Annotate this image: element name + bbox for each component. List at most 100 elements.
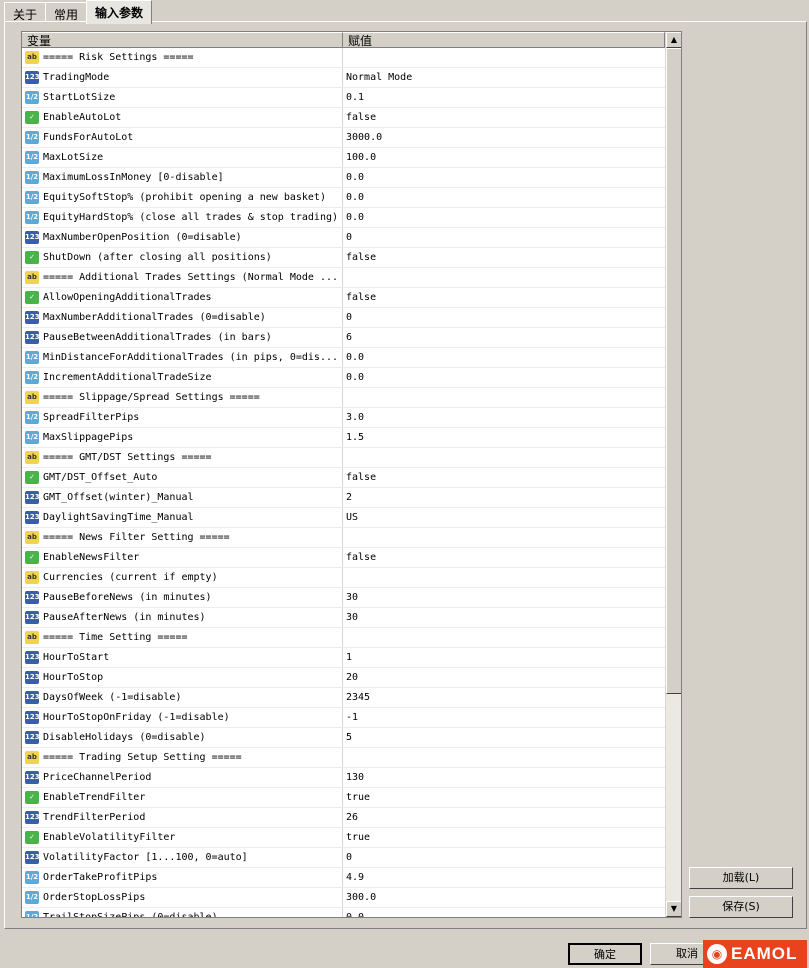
vertical-scrollbar[interactable]: ▲ ▼: [665, 32, 681, 917]
parameter-value-cell[interactable]: 0.0: [343, 368, 665, 387]
parameter-row[interactable]: 123 MaxNumberAdditionalTrades (0=disable)…: [22, 308, 665, 328]
parameter-row[interactable]: 1/2 MinDistanceForAdditionalTrades (in pi…: [22, 348, 665, 368]
parameter-value-cell[interactable]: false: [343, 288, 665, 307]
parameter-value-cell[interactable]: [343, 388, 665, 407]
load-button[interactable]: 加载(L): [689, 867, 793, 889]
parameter-value-cell[interactable]: US: [343, 508, 665, 527]
parameter-row[interactable]: 123 MaxNumberOpenPosition (0=disable) 0: [22, 228, 665, 248]
parameter-row[interactable]: 1/2 OrderStopLossPips 300.0: [22, 888, 665, 908]
parameter-value-cell[interactable]: false: [343, 248, 665, 267]
column-header-variable[interactable]: 变量: [22, 32, 343, 48]
parameter-row[interactable]: ab ===== Time Setting =====: [22, 628, 665, 648]
parameter-value-cell[interactable]: 3000.0: [343, 128, 665, 147]
parameter-value-cell[interactable]: 0: [343, 308, 665, 327]
parameter-row[interactable]: 1/2 MaxLotSize 100.0: [22, 148, 665, 168]
parameter-value-cell[interactable]: [343, 528, 665, 547]
parameter-value-cell[interactable]: false: [343, 548, 665, 567]
parameter-row[interactable]: ab ===== GMT/DST Settings =====: [22, 448, 665, 468]
parameter-value-cell[interactable]: 100.0: [343, 148, 665, 167]
parameter-row[interactable]: 1/2 MaximumLossInMoney [0-disable] 0.0: [22, 168, 665, 188]
parameter-value-cell[interactable]: true: [343, 828, 665, 847]
parameter-value-cell[interactable]: 0.0: [343, 188, 665, 207]
parameter-row[interactable]: ✓ GMT/DST_Offset_Auto false: [22, 468, 665, 488]
tab-common[interactable]: 常用: [45, 2, 88, 22]
parameter-row[interactable]: 1/2 IncrementAdditionalTradeSize 0.0: [22, 368, 665, 388]
parameter-row[interactable]: ✓ EnableVolatilityFilter true: [22, 828, 665, 848]
column-header-value[interactable]: 赋值: [343, 32, 665, 48]
parameter-row[interactable]: 123 TrendFilterPeriod 26: [22, 808, 665, 828]
parameter-value-cell[interactable]: [343, 448, 665, 467]
parameter-row[interactable]: 123 HourToStopOnFriday (-1=disable) -1: [22, 708, 665, 728]
parameter-row[interactable]: 123 PauseBeforeNews (in minutes) 30: [22, 588, 665, 608]
parameter-value-cell[interactable]: 130: [343, 768, 665, 787]
parameter-value-cell[interactable]: 2: [343, 488, 665, 507]
parameter-value-cell[interactable]: 300.0: [343, 888, 665, 907]
parameter-value-cell[interactable]: 0.1: [343, 88, 665, 107]
parameter-row[interactable]: ab ===== News Filter Setting =====: [22, 528, 665, 548]
parameter-row[interactable]: 1/2 OrderTakeProfitPips 4.9: [22, 868, 665, 888]
parameter-value-cell[interactable]: 0: [343, 848, 665, 867]
scroll-thumb[interactable]: [666, 48, 681, 694]
parameter-row[interactable]: 123 HourToStart 1: [22, 648, 665, 668]
parameter-value-cell[interactable]: 20: [343, 668, 665, 687]
parameter-value-cell[interactable]: 0.0: [343, 908, 665, 917]
parameter-row[interactable]: 1/2 FundsForAutoLot 3000.0: [22, 128, 665, 148]
parameter-row[interactable]: ab ===== Slippage/Spread Settings =====: [22, 388, 665, 408]
parameter-value-cell[interactable]: 1.5: [343, 428, 665, 447]
parameter-value-cell[interactable]: [343, 268, 665, 287]
parameter-row[interactable]: ✓ AllowOpeningAdditionalTrades false: [22, 288, 665, 308]
parameter-row[interactable]: 123 PriceChannelPeriod 130: [22, 768, 665, 788]
parameter-row[interactable]: ✓ ShutDown (after closing all positions) f…: [22, 248, 665, 268]
parameter-row[interactable]: 1/2 MaxSlippagePips 1.5: [22, 428, 665, 448]
parameter-value-cell[interactable]: 6: [343, 328, 665, 347]
parameter-value-cell[interactable]: 5: [343, 728, 665, 747]
parameter-row[interactable]: 123 PauseAfterNews (in minutes) 30: [22, 608, 665, 628]
ok-button[interactable]: 确定: [568, 943, 642, 965]
parameter-value-cell[interactable]: 26: [343, 808, 665, 827]
parameter-value-cell[interactable]: [343, 568, 665, 587]
parameter-row[interactable]: 123 TradingMode Normal Mode: [22, 68, 665, 88]
parameter-row[interactable]: ✓ EnableNewsFilter false: [22, 548, 665, 568]
parameter-row[interactable]: 123 HourToStop 20: [22, 668, 665, 688]
parameter-row[interactable]: 1/2 StartLotSize 0.1: [22, 88, 665, 108]
parameter-value-cell[interactable]: [343, 48, 665, 67]
save-button[interactable]: 保存(S): [689, 896, 793, 918]
parameter-value-cell[interactable]: 0.0: [343, 168, 665, 187]
parameter-value-cell[interactable]: 30: [343, 608, 665, 627]
parameter-row[interactable]: 1/2 SpreadFilterPips 3.0: [22, 408, 665, 428]
parameter-row[interactable]: 123 DisableHolidays (0=disable) 5: [22, 728, 665, 748]
parameter-row[interactable]: ✓ EnableTrendFilter true: [22, 788, 665, 808]
parameter-row[interactable]: 1/2 EquityHardStop% (close all trades & s…: [22, 208, 665, 228]
parameter-value-cell[interactable]: false: [343, 108, 665, 127]
parameter-row[interactable]: 1/2 TrailStopSizePips (0=disable) 0.0: [22, 908, 665, 917]
tab-about[interactable]: 关于: [4, 2, 47, 22]
parameter-value-cell[interactable]: 0.0: [343, 208, 665, 227]
parameter-row[interactable]: 123 VolatilityFactor [1...100, 0=auto] 0: [22, 848, 665, 868]
parameter-row[interactable]: ab ===== Trading Setup Setting =====: [22, 748, 665, 768]
parameter-value-cell[interactable]: [343, 748, 665, 767]
parameter-row[interactable]: ab Currencies (current if empty): [22, 568, 665, 588]
parameter-value-cell[interactable]: 2345: [343, 688, 665, 707]
parameter-value-cell[interactable]: -1: [343, 708, 665, 727]
parameter-value-cell[interactable]: 0.0: [343, 348, 665, 367]
scroll-up-arrow-icon[interactable]: ▲: [666, 32, 681, 48]
parameter-value-cell[interactable]: 30: [343, 588, 665, 607]
parameter-value-cell[interactable]: true: [343, 788, 665, 807]
parameter-row[interactable]: ab ===== Risk Settings =====: [22, 48, 665, 68]
parameter-row[interactable]: ab ===== Additional Trades Settings (Norm…: [22, 268, 665, 288]
parameter-value-cell[interactable]: 0: [343, 228, 665, 247]
parameter-value-cell[interactable]: Normal Mode: [343, 68, 665, 87]
parameter-row[interactable]: 123 GMT_Offset(winter)_Manual 2: [22, 488, 665, 508]
parameter-value-cell[interactable]: false: [343, 468, 665, 487]
parameter-value-cell[interactable]: 4.9: [343, 868, 665, 887]
scroll-down-arrow-icon[interactable]: ▼: [666, 901, 681, 917]
parameter-row[interactable]: 123 DaysOfWeek (-1=disable) 2345: [22, 688, 665, 708]
tab-inputs[interactable]: 输入参数: [86, 0, 153, 24]
parameter-row[interactable]: ✓ EnableAutoLot false: [22, 108, 665, 128]
parameter-value-cell[interactable]: 3.0: [343, 408, 665, 427]
parameter-row[interactable]: 123 DaylightSavingTime_Manual US: [22, 508, 665, 528]
parameter-value-cell[interactable]: [343, 628, 665, 647]
parameter-value-cell[interactable]: 1: [343, 648, 665, 667]
parameter-row[interactable]: 1/2 EquitySoftStop% (prohibit opening a n…: [22, 188, 665, 208]
parameter-row[interactable]: 123 PauseBetweenAdditionalTrades (in bars…: [22, 328, 665, 348]
